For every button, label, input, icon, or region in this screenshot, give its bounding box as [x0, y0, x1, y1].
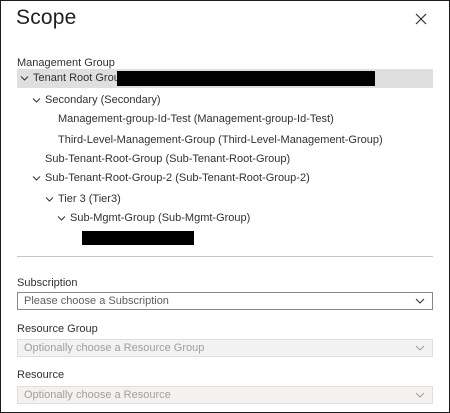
chevron-down-icon[interactable] [20, 74, 29, 83]
scope-dialog: Scope Management Group Tenant Root Group… [0, 0, 450, 413]
subscription-label: Subscription [17, 277, 78, 289]
tree-item-sub-mgmt-group[interactable]: Sub-Mgmt-Group (Sub-Mgmt-Group) [17, 209, 433, 228]
tree-item-label: Management-group-Id-Test (Management-gro… [58, 113, 334, 125]
tree-item-third-level-management-group[interactable]: Third-Level-Management-Group (Third-Leve… [17, 131, 433, 150]
resource-group-dropdown[interactable]: Optionally choose a Resource Group [17, 339, 433, 357]
tree-item-label: Secondary (Secondary) [45, 94, 161, 106]
dialog-title: Scope [16, 6, 77, 29]
tree-item-redacted[interactable] [17, 229, 433, 248]
resource-group-label: Resource Group [17, 323, 98, 335]
resource-placeholder: Optionally choose a Resource [24, 389, 171, 401]
tree-item-label: Tenant Root Group [33, 72, 126, 84]
management-group-label: Management Group [17, 57, 115, 69]
tree-item-tier-3[interactable]: Tier 3 (Tier3) [17, 190, 433, 209]
chevron-down-icon [415, 298, 425, 304]
tree-item-label: Sub-Tenant-Root-Group (Sub-Tenant-Root-G… [45, 153, 291, 165]
chevron-down-icon[interactable] [32, 174, 41, 183]
resource-dropdown[interactable]: Optionally choose a Resource [17, 386, 433, 404]
redacted-block [82, 231, 194, 245]
tree-item-label: Sub-Tenant-Root-Group-2 (Sub-Tenant-Root… [45, 172, 310, 184]
tree-item-tenant-root-group[interactable]: Tenant Root Group [17, 69, 433, 88]
chevron-down-icon[interactable] [45, 195, 54, 204]
tree-item-management-group-id-test[interactable]: Management-group-Id-Test (Management-gro… [17, 110, 433, 129]
tree-item-secondary[interactable]: Secondary (Secondary) [17, 91, 433, 110]
tree-item-label: Sub-Mgmt-Group (Sub-Mgmt-Group) [70, 212, 251, 224]
tree-item-sub-tenant-root-group-2[interactable]: Sub-Tenant-Root-Group-2 (Sub-Tenant-Root… [17, 169, 433, 188]
chevron-down-icon[interactable] [57, 214, 66, 223]
chevron-down-icon [415, 345, 425, 351]
chevron-down-icon [415, 392, 425, 398]
section-divider [17, 256, 433, 257]
chevron-down-icon[interactable] [32, 96, 41, 105]
tree-item-label: Third-Level-Management-Group (Third-Leve… [58, 134, 383, 146]
close-icon[interactable] [413, 11, 429, 27]
subscription-dropdown[interactable]: Please choose a Subscription [17, 292, 433, 310]
tree-item-label: Tier 3 (Tier3) [58, 193, 121, 205]
subscription-placeholder: Please choose a Subscription [24, 295, 169, 307]
management-group-tree: Tenant Root Group Secondary (Secondary) … [17, 69, 433, 255]
resource-group-placeholder: Optionally choose a Resource Group [24, 342, 205, 354]
resource-label: Resource [17, 369, 65, 381]
tree-item-sub-tenant-root-group[interactable]: Sub-Tenant-Root-Group (Sub-Tenant-Root-G… [17, 150, 433, 169]
redacted-block [117, 71, 375, 86]
